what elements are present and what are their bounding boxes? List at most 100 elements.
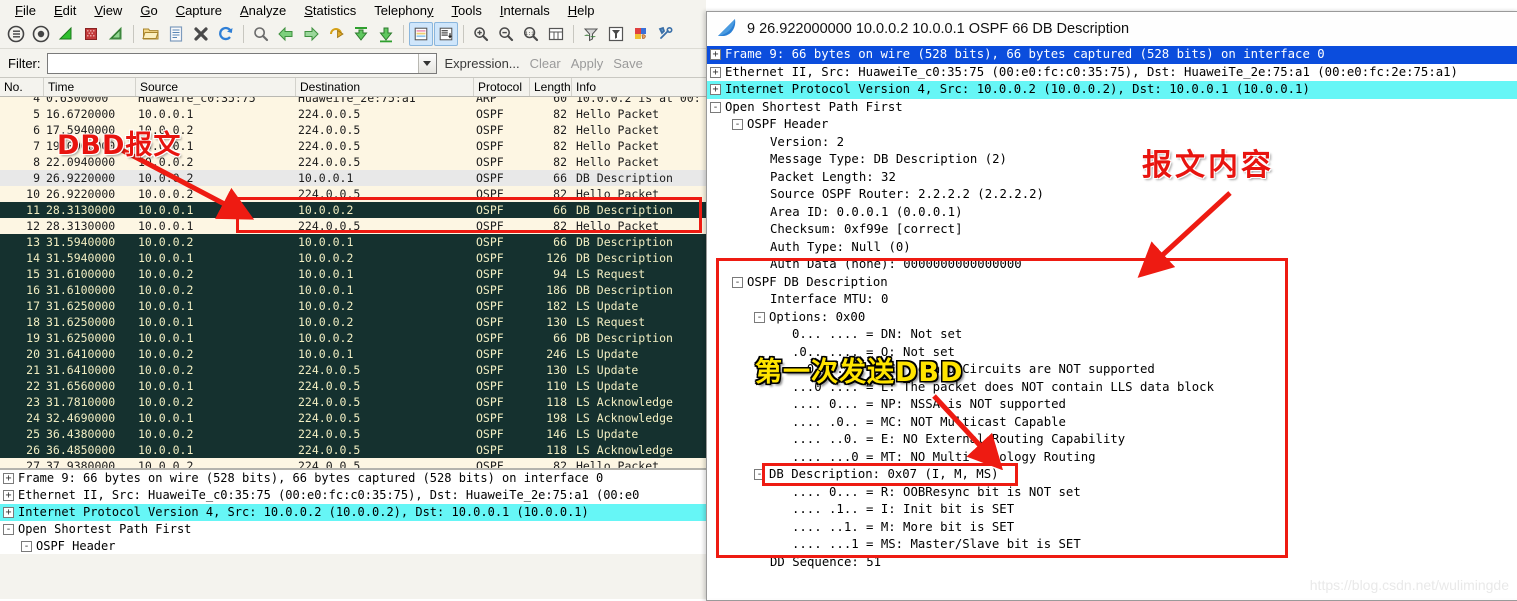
table-row[interactable]: 27 37.9380000 10.0.0.2 224.0.0.5 OSPF 82 Hello… <box>0 458 706 468</box>
menu-item-statistics[interactable]: Statistics <box>295 1 365 20</box>
filter-input-wrapper[interactable] <box>46 52 437 74</box>
packet-window-titlebar[interactable]: 9 26.922000000 10.0.0.2 10.0.0.1 OSPF 66… <box>707 12 1517 46</box>
zoom-in-icon[interactable] <box>469 22 493 46</box>
column-header-info[interactable]: Info <box>572 78 706 96</box>
detail-tree-row[interactable]: + Ethernet II, Src: HuaweiTe_c0:35:75 (00… <box>707 64 1517 82</box>
detail-tree-row[interactable]: Auth Data (none): 0000000000000000 <box>707 256 1517 274</box>
detail-tree-row[interactable]: Area ID: 0.0.0.1 (0.0.0.1) <box>707 204 1517 222</box>
detail-tree-row[interactable]: Message Type: DB Description (2) <box>707 151 1517 169</box>
table-row[interactable]: 21 31.6410000 10.0.0.2 224.0.0.5 OSPF 130 LS U… <box>0 362 706 378</box>
collapse-icon[interactable]: - <box>754 469 765 481</box>
menu-item-tools[interactable]: Tools <box>443 1 491 20</box>
table-row[interactable]: 10 26.9220000 10.0.0.2 224.0.0.5 OSPF 82 Hello… <box>0 186 706 202</box>
save-filter-button[interactable]: Save <box>611 56 645 71</box>
collapse-icon[interactable]: - <box>710 101 721 113</box>
detail-tree-row[interactable]: - OSPF Header <box>707 116 1517 134</box>
table-row[interactable]: 25 36.4380000 10.0.0.2 224.0.0.5 OSPF 146 LS U… <box>0 426 706 442</box>
column-header-protocol[interactable]: Protocol <box>474 78 530 96</box>
reload-icon[interactable] <box>214 22 238 46</box>
capture-options-icon[interactable] <box>29 22 53 46</box>
expand-icon[interactable]: + <box>3 473 14 484</box>
table-row[interactable]: 26 36.4850000 10.0.0.1 224.0.0.5 OSPF 118 LS A… <box>0 442 706 458</box>
packet-window-tree[interactable]: + Frame 9: 66 bytes on wire (528 bits), 6… <box>707 46 1517 598</box>
detail-tree-row[interactable]: Checksum: 0xf99e [correct] <box>707 221 1517 239</box>
detail-tree-row[interactable]: 0... .... = DN: Not set <box>707 326 1517 344</box>
table-row[interactable]: 24 32.4690000 10.0.0.1 224.0.0.5 OSPF 198 LS A… <box>0 410 706 426</box>
zoom-reset-icon[interactable]: 1:1 <box>519 22 543 46</box>
open-file-icon[interactable] <box>139 22 163 46</box>
menu-item-help[interactable]: Help <box>559 1 604 20</box>
restart-capture-icon[interactable] <box>104 22 128 46</box>
menu-item-go[interactable]: Go <box>131 1 166 20</box>
packet-list[interactable]: 4 0.6300000 HuaweiTe_c0:35:75 HuaweiTe_2e:7… <box>0 97 706 468</box>
table-row[interactable]: 23 31.7810000 10.0.0.2 224.0.0.5 OSPF 118 LS A… <box>0 394 706 410</box>
table-row[interactable]: 8 22.0940000 10.0.0.2 224.0.0.5 OSPF 82 Hello … <box>0 154 706 170</box>
detail-tree-row[interactable]: + Internet Protocol Version 4, Src: 10.0.… <box>0 504 706 521</box>
table-row[interactable]: 4 0.6300000 HuaweiTe_c0:35:75 HuaweiTe_2e:7… <box>0 97 706 106</box>
table-row[interactable]: 14 31.5940000 10.0.0.1 10.0.0.2 OSPF 126 DB De… <box>0 250 706 266</box>
detail-tree-row[interactable]: .... 0... = R: OOBResync bit is NOT set <box>707 484 1517 502</box>
stop-capture-icon[interactable] <box>79 22 103 46</box>
detail-tree-row[interactable]: + Internet Protocol Version 4, Src: 10.0.… <box>707 81 1517 99</box>
go-first-packet-icon[interactable] <box>349 22 373 46</box>
detail-tree-row[interactable]: + Frame 9: 66 bytes on wire (528 bits), 6… <box>0 470 706 487</box>
detail-tree-row[interactable]: .0.. .... = O: Not set <box>707 344 1517 362</box>
column-header-no[interactable]: No. <box>0 78 44 96</box>
filter-input[interactable] <box>47 52 418 74</box>
go-forward-icon[interactable] <box>299 22 323 46</box>
collapse-icon[interactable]: - <box>3 524 14 535</box>
coloring-rules-icon[interactable] <box>629 22 653 46</box>
filter-dropdown-icon[interactable] <box>417 53 436 73</box>
table-row[interactable]: 7 19.0000000 10.0.0.1 224.0.0.5 OSPF 82 Hello … <box>0 138 706 154</box>
start-interface-icon[interactable] <box>54 22 78 46</box>
table-row[interactable]: 22 31.6560000 10.0.0.1 224.0.0.5 OSPF 110 LS U… <box>0 378 706 394</box>
expand-icon[interactable]: + <box>3 490 14 501</box>
table-row[interactable]: 20 31.6410000 10.0.0.2 10.0.0.1 OSPF 246 LS Up… <box>0 346 706 362</box>
collapse-icon[interactable]: - <box>21 541 32 552</box>
column-header-destination[interactable]: Destination <box>296 78 474 96</box>
detail-tree-row[interactable]: + Ethernet II, Src: HuaweiTe_c0:35:75 (00… <box>0 487 706 504</box>
detail-tree-row[interactable]: - Open Shortest Path First <box>0 521 706 538</box>
column-header-time[interactable]: Time <box>44 78 136 96</box>
column-header-length[interactable]: Length <box>530 78 572 96</box>
save-file-icon[interactable] <box>164 22 188 46</box>
menu-item-telephony[interactable]: Telephony <box>365 1 442 20</box>
menu-item-edit[interactable]: Edit <box>45 1 85 20</box>
packet-detail-pane[interactable]: + Frame 9: 66 bytes on wire (528 bits), 6… <box>0 468 706 554</box>
detail-tree-row[interactable]: .... ...0 = MT: NO Multi-Topology Routin… <box>707 449 1517 467</box>
table-row[interactable]: 9 26.9220000 10.0.0.2 10.0.0.1 OSPF 66 DB Desc… <box>0 170 706 186</box>
table-row[interactable]: 6 17.5940000 10.0.0.2 224.0.0.5 OSPF 82 Hello … <box>0 122 706 138</box>
detail-tree-row[interactable]: - OSPF Header <box>0 538 706 554</box>
menu-item-analyze[interactable]: Analyze <box>231 1 295 20</box>
go-last-packet-icon[interactable] <box>374 22 398 46</box>
detail-tree-row[interactable]: ..0. .... = DC: Demand Circuits are NOT … <box>707 361 1517 379</box>
collapse-icon[interactable]: - <box>732 119 743 131</box>
packet-detail-window[interactable]: 9 26.922000000 10.0.0.2 10.0.0.1 OSPF 66… <box>706 11 1517 601</box>
table-row[interactable]: 13 31.5940000 10.0.0.2 10.0.0.1 OSPF 66 DB Des… <box>0 234 706 250</box>
table-row[interactable]: 17 31.6250000 10.0.0.1 10.0.0.2 OSPF 182 LS Up… <box>0 298 706 314</box>
expand-icon[interactable]: + <box>710 66 721 78</box>
go-to-packet-icon[interactable] <box>324 22 348 46</box>
collapse-icon[interactable]: - <box>732 276 743 288</box>
detail-tree-row[interactable]: Auth Type: Null (0) <box>707 239 1517 257</box>
menu-item-view[interactable]: View <box>85 1 131 20</box>
expand-icon[interactable]: + <box>710 49 721 61</box>
detail-tree-row[interactable]: Packet Length: 32 <box>707 169 1517 187</box>
expand-icon[interactable]: + <box>710 84 721 96</box>
close-file-icon[interactable] <box>189 22 213 46</box>
detail-tree-row[interactable]: - Open Shortest Path First <box>707 99 1517 117</box>
collapse-icon[interactable]: - <box>754 311 765 323</box>
start-capture-icon[interactable] <box>4 22 28 46</box>
expand-icon[interactable]: + <box>3 507 14 518</box>
preferences-icon[interactable] <box>654 22 678 46</box>
expression-button[interactable]: Expression... <box>443 56 522 71</box>
table-row[interactable]: 16 31.6100000 10.0.0.2 10.0.0.1 OSPF 186 DB De… <box>0 282 706 298</box>
zoom-out-icon[interactable] <box>494 22 518 46</box>
autoscroll-icon[interactable] <box>434 22 458 46</box>
detail-tree-row[interactable]: Version: 2 <box>707 134 1517 152</box>
detail-tree-row[interactable]: - Options: 0x00 <box>707 309 1517 327</box>
detail-tree-row[interactable]: .... ...1 = MS: Master/Slave bit is SET <box>707 536 1517 554</box>
detail-tree-row[interactable]: - DB Description: 0x07 (I, M, MS) <box>707 466 1517 484</box>
table-row[interactable]: 5 16.6720000 10.0.0.1 224.0.0.5 OSPF 82 Hello … <box>0 106 706 122</box>
detail-tree-row[interactable]: .... ..1. = M: More bit is SET <box>707 519 1517 537</box>
